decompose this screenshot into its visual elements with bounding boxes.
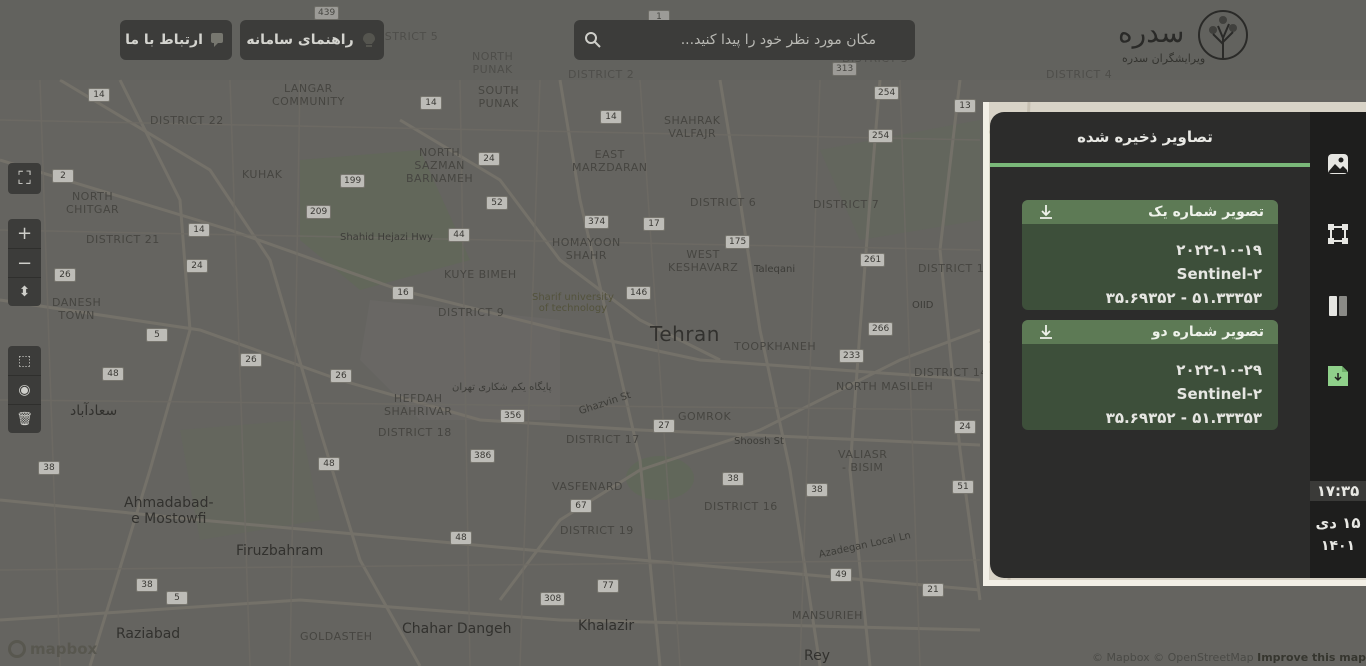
panel-accent-bar (990, 163, 1310, 167)
card-coords: ۳۵.۶۹۳۵۲ - ۵۱.۳۳۳۵۳ (1105, 289, 1262, 307)
tree-icon (1198, 10, 1248, 60)
contact-button[interactable]: ارتباط با ما (120, 20, 232, 60)
saved-image-card[interactable]: تصویر شماره یک ۲۰۲۲-۱۰-۱۹ Sentinel-۲ ۳۵.… (1022, 200, 1278, 310)
guide-button[interactable]: راهنمای سامانه (240, 20, 384, 60)
chat-icon (210, 33, 223, 47)
download-icon[interactable] (1036, 322, 1056, 342)
zoom-controls: + − ⬍ (8, 219, 41, 306)
card-coords: ۳۵.۶۹۳۵۲ - ۵۱.۳۳۳۵۳ (1105, 409, 1262, 427)
compass-icon[interactable]: ⬍ (8, 277, 41, 306)
compare-icon[interactable] (1326, 294, 1350, 318)
download-icon[interactable] (1036, 202, 1056, 222)
date-year: ۱۴۰۱ (1320, 538, 1356, 554)
search-box[interactable] (574, 20, 915, 60)
logo-word: سدره (1118, 16, 1185, 49)
saved-file-icon[interactable] (1326, 364, 1350, 388)
saved-image-card[interactable]: تصویر شماره دو ۲۰۲۲-۱۰-۲۹ Sentinel-۲ ۳۵.… (1022, 320, 1278, 430)
right-sidebar (1310, 112, 1366, 578)
attribution-text[interactable]: © Mapbox © OpenStreetMap (1092, 651, 1254, 664)
image-icon[interactable] (1326, 152, 1350, 176)
card-title: تصویر شماره یک (1148, 204, 1264, 220)
trash-icon[interactable]: 🗑 (8, 404, 41, 433)
zoom-in-button[interactable]: + (8, 219, 41, 248)
panel-title: تصاویر ذخیره شده (1077, 128, 1213, 146)
contact-label: ارتباط با ما (125, 32, 203, 48)
mapbox-logo[interactable]: mapbox (8, 640, 97, 658)
date-day: ۱۵ دی (1315, 514, 1361, 532)
mapbox-logo-icon (8, 640, 26, 658)
card-header: تصویر شماره دو (1022, 320, 1278, 344)
map-attribution: © Mapbox © OpenStreetMap Improve this ma… (1092, 651, 1366, 664)
guide-label: راهنمای سامانه (246, 32, 354, 48)
search-icon[interactable] (584, 31, 602, 49)
clock-time: ۱۷:۳۵ (1310, 481, 1366, 501)
improve-map-link[interactable]: Improve this map (1257, 651, 1366, 664)
fullscreen-control[interactable]: ⛶ (8, 163, 41, 194)
draw-point-icon[interactable]: ◉ (8, 375, 41, 404)
card-satellite: Sentinel-۲ (1176, 385, 1262, 403)
card-satellite: Sentinel-۲ (1176, 265, 1262, 283)
zoom-out-button[interactable]: − (8, 248, 41, 277)
card-date: ۲۰۲۲-۱۰-۲۹ (1176, 361, 1262, 379)
logo-tagline: ویرایشگران سدره (1122, 52, 1206, 65)
lightbulb-icon (362, 33, 375, 47)
fullscreen-icon[interactable]: ⛶ (8, 163, 41, 194)
saved-images-panel: تصاویر ذخیره شده تصویر شماره یک ۲۰۲۲-۱۰-… (990, 112, 1310, 578)
sedreh-logo: سدره ویرایشگران سدره (1118, 8, 1248, 68)
card-title: تصویر شماره دو (1151, 324, 1264, 340)
card-date: ۲۰۲۲-۱۰-۱۹ (1176, 241, 1262, 259)
search-input[interactable] (586, 32, 876, 48)
polygon-select-icon[interactable] (1326, 222, 1350, 246)
card-header: تصویر شماره یک (1022, 200, 1278, 224)
mapbox-logo-text: mapbox (30, 640, 98, 658)
draw-controls: ⬚ ◉ 🗑 (8, 346, 41, 433)
draw-polygon-icon[interactable]: ⬚ (8, 346, 41, 375)
